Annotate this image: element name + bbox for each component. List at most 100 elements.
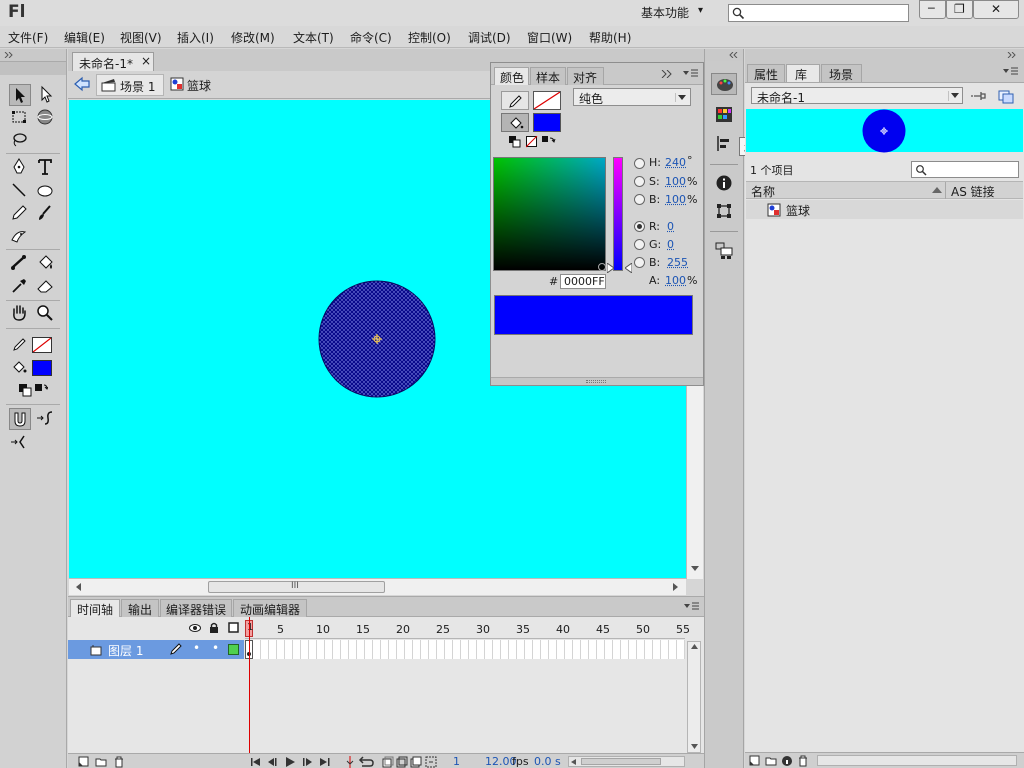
menu-control[interactable]: 控制(O): [408, 29, 451, 46]
hex-input[interactable]: 0000FF: [560, 274, 606, 289]
smooth-button[interactable]: [35, 408, 57, 430]
dock-collapse-bar[interactable]: [705, 49, 743, 61]
brightness-value[interactable]: 100: [665, 193, 686, 206]
hand-tool[interactable]: [9, 303, 31, 325]
scene-breadcrumb[interactable]: 场景 1: [96, 74, 164, 96]
symbol-breadcrumb[interactable]: 篮球: [168, 74, 238, 96]
tab-output[interactable]: 输出: [121, 599, 159, 617]
components-dock-button[interactable]: [711, 239, 737, 263]
zoom-tool[interactable]: [35, 303, 57, 325]
loop-icon[interactable]: [358, 756, 374, 768]
layer-row[interactable]: 图层 1 • •: [68, 640, 244, 659]
panel-menu-icon[interactable]: [1003, 67, 1019, 77]
library-document-dropdown[interactable]: 未命名-1: [751, 87, 963, 104]
outline-icon[interactable]: [228, 622, 239, 633]
stroke-color-icon-button[interactable]: [9, 334, 31, 356]
menu-view[interactable]: 视图(V): [120, 29, 162, 46]
blue-value[interactable]: 255: [667, 256, 688, 269]
hue-value[interactable]: 240: [665, 156, 686, 169]
menu-text[interactable]: 文本(T): [293, 29, 334, 46]
menu-commands[interactable]: 命令(C): [350, 29, 392, 46]
green-value[interactable]: 0: [667, 238, 674, 251]
menu-modify[interactable]: 修改(M): [231, 29, 275, 46]
library-horizontal-scrollbar[interactable]: [817, 755, 1017, 766]
tab-scene[interactable]: 场景: [821, 64, 862, 82]
slider-handle-icon[interactable]: [625, 263, 632, 273]
swap-colors-button[interactable]: [542, 136, 556, 148]
color-spectrum[interactable]: [493, 157, 606, 271]
lock-icon[interactable]: [209, 622, 219, 634]
radio-green[interactable]: [634, 239, 645, 250]
eraser-tool[interactable]: [35, 276, 57, 298]
tools-collapse-bar[interactable]: [0, 49, 66, 61]
stroke-color-toggle[interactable]: [501, 91, 529, 110]
menu-insert[interactable]: 插入(I): [177, 29, 214, 46]
tab-compiler-errors[interactable]: 编译器错误: [160, 599, 232, 617]
free-transform-tool[interactable]: [9, 107, 31, 129]
menu-window[interactable]: 窗口(W): [527, 29, 572, 46]
pencil-tool[interactable]: [9, 203, 31, 225]
document-tab[interactable]: 未命名-1* ×: [72, 52, 154, 71]
tab-library[interactable]: 库: [786, 64, 820, 82]
layer-outline-color[interactable]: [228, 644, 239, 655]
align-dock-button[interactable]: [711, 133, 737, 155]
default-colors-button[interactable]: [509, 136, 521, 148]
current-frame-readout[interactable]: 1: [453, 755, 460, 768]
tab-align[interactable]: 对齐: [567, 67, 604, 85]
help-search-input[interactable]: [728, 4, 909, 22]
tab-swatches[interactable]: 样本: [530, 67, 566, 85]
menu-edit[interactable]: 编辑(E): [64, 29, 105, 46]
transform-dock-button[interactable]: [711, 200, 737, 222]
deco-tool[interactable]: [9, 226, 31, 248]
frame-cells[interactable]: [245, 640, 685, 659]
frame-ruler[interactable]: 1 5 10 15 20 25 30 35 40 45 50 55: [245, 619, 685, 639]
text-tool[interactable]: [35, 157, 57, 179]
library-item-row[interactable]: 篮球: [746, 200, 1023, 219]
radio-saturation[interactable]: [634, 176, 645, 187]
tools-gripper[interactable]: [0, 61, 66, 75]
eye-icon[interactable]: [189, 623, 201, 633]
fill-color-swatch[interactable]: [32, 360, 52, 376]
fill-swatch[interactable]: [533, 113, 561, 132]
scroll-thumb[interactable]: [581, 758, 661, 765]
new-folder-icon[interactable]: [765, 755, 777, 767]
minimize-button[interactable]: ─: [919, 0, 946, 19]
default-colors-button[interactable]: [18, 383, 32, 397]
radio-blue[interactable]: [634, 257, 645, 268]
stroke-swatch[interactable]: [533, 91, 561, 110]
menu-debug[interactable]: 调试(D): [468, 29, 511, 46]
restore-button[interactable]: ❐: [946, 0, 973, 19]
info-dock-button[interactable]: [711, 172, 737, 194]
scroll-left-icon[interactable]: [75, 583, 81, 591]
menu-help[interactable]: 帮助(H): [589, 29, 631, 46]
timeline-horizontal-scrollbar[interactable]: [568, 756, 685, 767]
delete-icon[interactable]: [113, 756, 125, 768]
close-tab-icon[interactable]: ×: [141, 54, 151, 68]
radio-hue[interactable]: [634, 158, 645, 169]
right-collapse-bar[interactable]: [745, 49, 1024, 61]
tab-color[interactable]: 颜色: [494, 67, 529, 85]
3d-rotation-tool[interactable]: [35, 107, 57, 129]
new-layer-icon[interactable]: [78, 756, 90, 768]
new-library-panel-icon[interactable]: [998, 88, 1014, 104]
lock-dot[interactable]: •: [212, 641, 219, 655]
stage-horizontal-scrollbar[interactable]: III: [69, 578, 686, 595]
column-name[interactable]: 名称: [751, 183, 775, 200]
column-linkage[interactable]: AS 链接: [951, 183, 995, 200]
scroll-up-icon[interactable]: [691, 644, 698, 649]
snap-to-objects-button[interactable]: [9, 408, 31, 430]
fill-type-dropdown[interactable]: 纯色: [573, 88, 691, 106]
straighten-button[interactable]: [9, 432, 31, 454]
go-to-last-frame-icon[interactable]: [319, 757, 331, 767]
play-icon[interactable]: [284, 757, 296, 767]
red-value[interactable]: 0: [667, 220, 674, 233]
paint-bucket-tool[interactable]: [35, 253, 57, 275]
fill-color-icon-button[interactable]: [9, 357, 31, 379]
alpha-value[interactable]: 100: [665, 274, 686, 287]
onion-skin-icon[interactable]: [382, 756, 394, 768]
stroke-color-swatch[interactable]: [32, 337, 52, 353]
subselection-tool[interactable]: [35, 84, 57, 106]
library-search-input[interactable]: [911, 161, 1019, 178]
new-symbol-icon[interactable]: [749, 755, 761, 767]
center-frame-icon[interactable]: [344, 756, 356, 768]
